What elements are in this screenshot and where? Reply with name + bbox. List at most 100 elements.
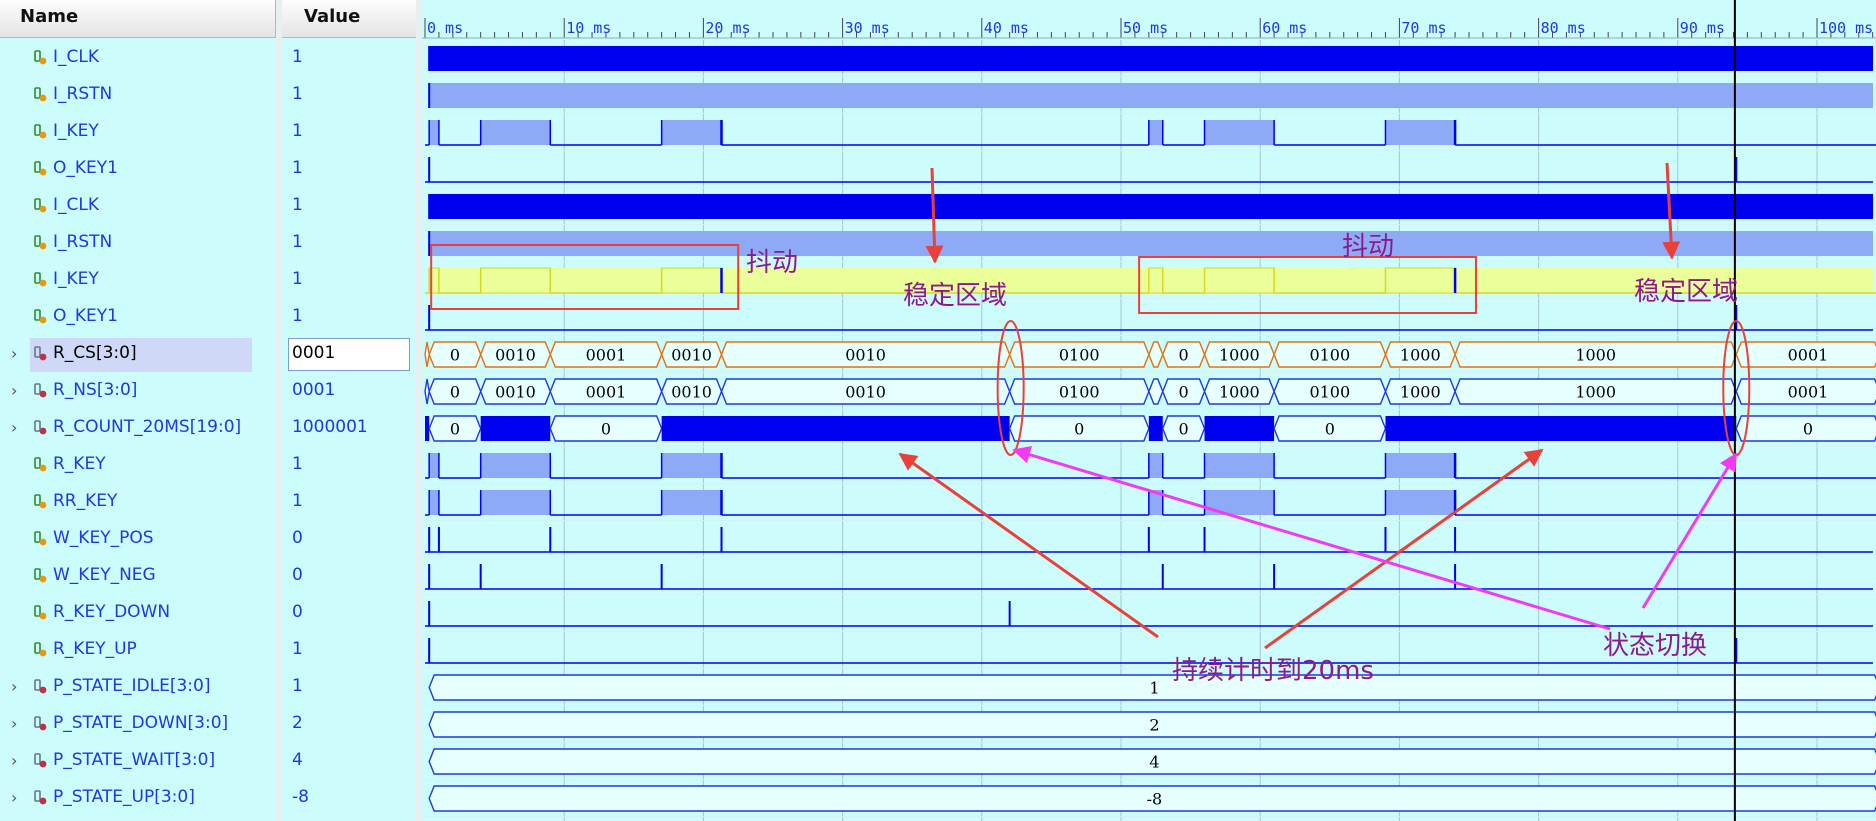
internal-signal-icon: [34, 235, 47, 250]
signal-name-cell[interactable]: RR_KEY: [0, 484, 276, 521]
bus-value-label: 4: [1149, 753, 1159, 772]
signal-value-cell[interactable]: -8: [282, 780, 416, 817]
signal-name: R_CS[3:0]: [53, 343, 137, 363]
signal-name-cell[interactable]: › P_STATE_DOWN[3:0]: [0, 706, 276, 743]
bus-signal-icon: [34, 346, 47, 361]
signal-value-cell[interactable]: 1000001: [282, 410, 416, 447]
signal-name: P_STATE_UP[3:0]: [53, 787, 195, 807]
signal-value-cell[interactable]: 0: [282, 558, 416, 595]
internal-signal-icon: [34, 309, 47, 324]
chevron-right-icon[interactable]: ›: [11, 714, 17, 733]
signal-value: 2: [292, 713, 303, 733]
signal-value-cell[interactable]: 2: [282, 706, 416, 743]
signal-name-cell[interactable]: O_KEY1: [0, 151, 276, 188]
signal-value-cell[interactable]: 0001: [282, 336, 416, 373]
chevron-right-icon[interactable]: ›: [11, 677, 17, 696]
signal-value-cell[interactable]: 1: [282, 262, 416, 299]
signal-value-cell[interactable]: 1: [282, 299, 416, 336]
signal-name: P_STATE_IDLE[3:0]: [53, 676, 211, 696]
value-column-header[interactable]: Value: [282, 0, 416, 38]
high-level-segment: [661, 453, 722, 478]
bus-value-label: 1000: [1400, 346, 1441, 365]
annotation-bounce-2: 抖动: [1342, 232, 1395, 262]
signal-name-cell[interactable]: › R_CS[3:0]: [0, 336, 276, 373]
signal-value: -8: [292, 787, 309, 807]
signal-name-cell[interactable]: › P_STATE_WAIT[3:0]: [0, 743, 276, 780]
signal-value-cell[interactable]: 1: [282, 447, 416, 484]
bus-busy-segment: [1204, 416, 1275, 441]
signal-name-cell[interactable]: › R_COUNT_20MS[19:0]: [0, 410, 276, 447]
signal-name: O_KEY1: [53, 306, 118, 326]
input-signal-icon: [34, 124, 47, 139]
signal-name: I_CLK: [53, 47, 100, 67]
high-level-segment: [429, 453, 439, 478]
high-level-segment: [1148, 453, 1163, 478]
signal-name-cell[interactable]: R_KEY_UP: [0, 632, 276, 669]
signal-name-cell[interactable]: O_KEY1: [0, 299, 276, 336]
signal-name-cell[interactable]: › P_STATE_IDLE[3:0]: [0, 669, 276, 706]
signal-name-cell[interactable]: I_CLK: [0, 40, 276, 77]
param-signal-icon: [34, 716, 47, 731]
annotation-state-switch: 状态切换: [1603, 631, 1708, 661]
tick-label: 50 ms: [1123, 19, 1168, 37]
signal-value-cell[interactable]: 1: [282, 484, 416, 521]
signal-value-cell[interactable]: 0: [282, 521, 416, 558]
signal-value-cell[interactable]: 4: [282, 743, 416, 780]
signal-name-cell[interactable]: I_RSTN: [0, 225, 276, 262]
chevron-right-icon[interactable]: ›: [11, 344, 17, 363]
signal-name: I_CLK: [53, 195, 100, 215]
signal-value-cell[interactable]: 1: [282, 77, 416, 114]
signal-value-cell[interactable]: 0: [282, 595, 416, 632]
signal-value-cell[interactable]: 0001: [282, 373, 416, 410]
tick-label: 60 ms: [1262, 19, 1307, 37]
signal-value-cell[interactable]: 1: [282, 632, 416, 669]
signal-name-cell[interactable]: › R_NS[3:0]: [0, 373, 276, 410]
tick-label: 80 ms: [1541, 19, 1586, 37]
name-column-header[interactable]: Name: [0, 0, 276, 38]
signal-name: R_COUNT_20MS[19:0]: [53, 417, 242, 437]
chevron-right-icon[interactable]: ›: [11, 381, 17, 400]
signal-name-cell[interactable]: I_RSTN: [0, 77, 276, 114]
high-level-segment: [429, 120, 439, 145]
bus-value-label: 0001: [586, 383, 627, 402]
signal-value-cell[interactable]: 1: [282, 225, 416, 262]
signal-value-cell[interactable]: 1: [282, 114, 416, 151]
signal-name-cell[interactable]: R_KEY_DOWN: [0, 595, 276, 632]
signal-value: 1: [292, 47, 303, 67]
signal-name-cell[interactable]: R_KEY: [0, 447, 276, 484]
bus-busy-segment: [480, 416, 551, 441]
register-signal-icon: [34, 642, 47, 657]
bus-value-label: 0100: [1309, 383, 1350, 402]
bus-value-label: 0001: [1788, 346, 1829, 365]
signal-name-cell[interactable]: W_KEY_NEG: [0, 558, 276, 595]
bus-value-label: 0100: [1059, 383, 1100, 402]
signal-name-cell[interactable]: I_CLK: [0, 188, 276, 225]
high-level-segment: [661, 490, 722, 515]
signal-value: 1: [292, 491, 303, 511]
signal-value: 1: [292, 454, 303, 474]
register-signal-icon: [34, 494, 47, 509]
signal-value-cell[interactable]: 1: [282, 151, 416, 188]
signal-name-cell[interactable]: I_KEY: [0, 262, 276, 299]
signal-value-cell[interactable]: 1: [282, 188, 416, 225]
bus-value-label: 0: [1325, 420, 1335, 439]
param-signal-icon: [34, 679, 47, 694]
waveform-canvas[interactable]: 0 ms 10 ms 20 ms 30 ms 40 ms 50 ms 60 ms 70 ms 8…: [422, 0, 1876, 821]
bus-busy-segment: [1148, 416, 1163, 441]
chevron-right-icon[interactable]: ›: [11, 751, 17, 770]
signal-value-cell[interactable]: 1: [282, 669, 416, 706]
signal-name-cell[interactable]: W_KEY_POS: [0, 521, 276, 558]
signal-name: RR_KEY: [53, 491, 118, 511]
signal-value-cell[interactable]: 1: [282, 40, 416, 77]
signal-name-cell[interactable]: I_KEY: [0, 114, 276, 151]
signal-name: I_KEY: [53, 269, 99, 289]
signal-value: 1000001: [292, 417, 368, 437]
param-signal-icon: [34, 790, 47, 805]
chevron-right-icon[interactable]: ›: [11, 788, 17, 807]
signal-name-cell[interactable]: › P_STATE_UP[3:0]: [0, 780, 276, 817]
bus-value-label: 0100: [1309, 346, 1350, 365]
signal-value: 1: [292, 84, 303, 104]
chevron-right-icon[interactable]: ›: [11, 418, 17, 437]
signal-value: 1: [292, 121, 303, 141]
tick-label: 30 ms: [845, 19, 890, 37]
